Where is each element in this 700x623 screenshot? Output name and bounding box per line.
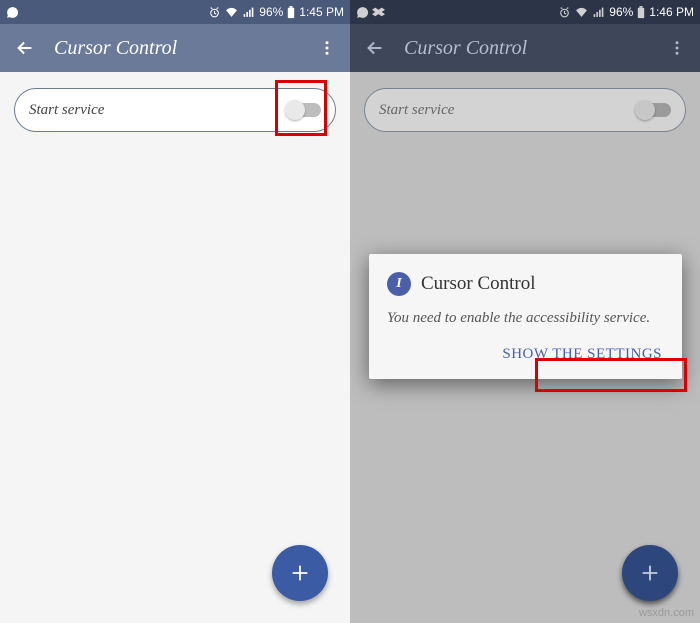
back-icon[interactable] xyxy=(14,37,36,59)
app-title: Cursor Control xyxy=(404,37,650,60)
status-bar: 96% 1:46 PM xyxy=(350,0,700,24)
signal-icon xyxy=(592,6,605,19)
start-service-label: Start service xyxy=(379,102,454,119)
highlight-toggle xyxy=(275,80,327,136)
watermark: wsxdn.com xyxy=(639,607,694,619)
dropbox-icon xyxy=(372,6,385,19)
service-toggle xyxy=(637,103,671,117)
wifi-icon xyxy=(575,6,588,19)
whatsapp-icon xyxy=(6,6,19,19)
content-area: Start service xyxy=(0,72,350,623)
signal-icon xyxy=(242,6,255,19)
wifi-icon xyxy=(225,6,238,19)
start-service-card: Start service xyxy=(364,88,686,132)
alarm-icon xyxy=(208,6,221,19)
start-service-label: Start service xyxy=(29,102,104,119)
app-bar: Cursor Control xyxy=(0,24,350,72)
battery-icon xyxy=(287,6,295,19)
phone-screenshot-right: 96% 1:46 PM Cursor Control Start service… xyxy=(350,0,700,623)
more-icon[interactable] xyxy=(668,39,686,57)
battery-icon xyxy=(637,6,645,19)
dialog-title: Cursor Control xyxy=(421,273,536,295)
back-icon[interactable] xyxy=(364,37,386,59)
clock-time: 1:46 PM xyxy=(649,5,694,19)
battery-percent: 96% xyxy=(609,5,633,19)
fab-add[interactable] xyxy=(272,545,328,601)
fab-add xyxy=(622,545,678,601)
alarm-icon xyxy=(558,6,571,19)
dialog-message: You need to enable the accessibility ser… xyxy=(387,308,664,328)
battery-percent: 96% xyxy=(259,5,283,19)
more-icon[interactable] xyxy=(318,39,336,57)
toggle-knob xyxy=(635,100,655,120)
whatsapp-icon xyxy=(356,6,369,19)
app-bar: Cursor Control xyxy=(350,24,700,72)
app-badge-icon: I xyxy=(387,272,411,296)
app-title: Cursor Control xyxy=(54,37,300,60)
clock-time: 1:45 PM xyxy=(299,5,344,19)
highlight-action xyxy=(535,358,687,392)
status-bar: 96% 1:45 PM xyxy=(0,0,350,24)
phone-screenshot-left: 96% 1:45 PM Cursor Control Start service xyxy=(0,0,350,623)
